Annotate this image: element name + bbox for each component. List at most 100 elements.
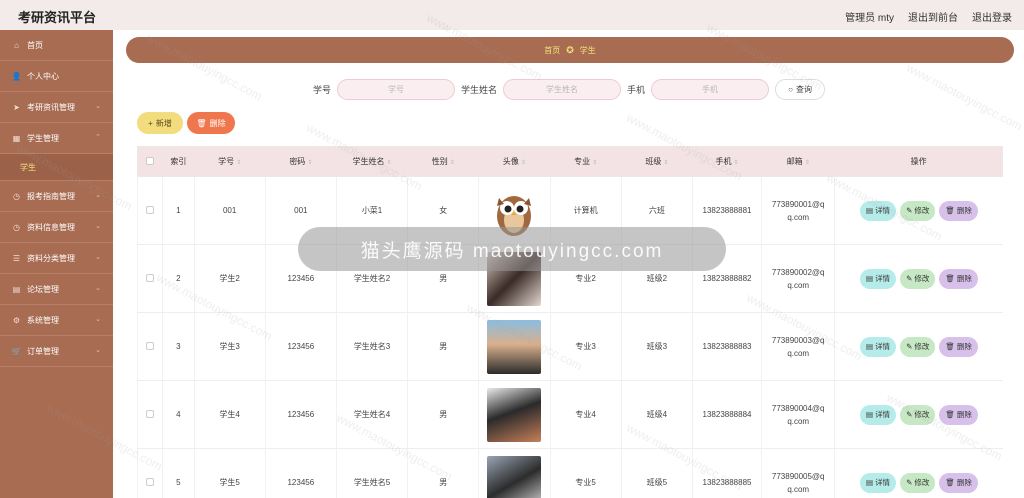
email-line-1: 773890002@q	[771, 267, 825, 277]
select-all-checkbox[interactable]	[146, 156, 155, 165]
chevron-up-icon: ⌃	[95, 134, 101, 141]
sidebar-item-forum[interactable]: ▤ 论坛管理 ⌄	[0, 274, 113, 305]
detail-button[interactable]: ▤ 详情	[859, 336, 897, 357]
col-header-actions: 操作	[834, 146, 1003, 177]
delete-label: 删除	[209, 118, 226, 128]
star-icon: ✪	[566, 44, 574, 55]
col-header-sex[interactable]: 性别 ⇕	[407, 146, 480, 177]
sidebar-item-label: 订单管理	[27, 346, 59, 356]
row-select-cell[interactable]	[136, 380, 163, 449]
chevron-down-icon: ⌄	[95, 316, 101, 323]
edit-button[interactable]: ✎ 修改	[900, 336, 936, 357]
cell-email: 773890003@q q.com	[761, 312, 835, 381]
email-line-2: q.com	[787, 280, 810, 290]
cell-actions: ▤ 详情 ✎ 修改 🗑 删除	[834, 176, 1003, 245]
sort-icon: ⇕	[520, 160, 526, 166]
sidebar-item-system[interactable]: ⚙ 系统管理 ⌄	[0, 305, 113, 336]
edit-button[interactable]: ✎ 修改	[900, 200, 936, 221]
row-select-cell[interactable]	[136, 448, 163, 498]
student-name-input[interactable]	[503, 79, 622, 100]
sidebar-item-guide[interactable]: ◷ 报考指南管理 ⌄	[0, 181, 113, 212]
sidebar-item-students[interactable]: ▦ 学生管理 ⌃	[0, 123, 113, 154]
detail-button[interactable]: ▤ 详情	[859, 472, 897, 493]
sidebar-item-profile[interactable]: 👤 个人中心	[0, 61, 113, 92]
query-label: 查询	[795, 85, 812, 94]
clock-icon: ◷	[13, 222, 20, 232]
row-checkbox[interactable]	[146, 477, 155, 486]
sidebar-item-news[interactable]: ➤ 考研资讯管理 ⌄	[0, 92, 113, 123]
sort-icon: ⇕	[733, 160, 739, 166]
row-checkbox[interactable]	[146, 341, 155, 350]
edit-button[interactable]: ✎ 修改	[900, 404, 936, 425]
edit-button[interactable]: ✎ 修改	[900, 268, 936, 289]
cell-sex: 男	[407, 448, 479, 498]
row-checkbox[interactable]	[146, 273, 155, 282]
row-actions: ▤ 详情 ✎ 修改 🗑 删除	[835, 404, 1002, 425]
student-no-label: 学号	[313, 85, 332, 95]
gear-icon: ⚙	[12, 315, 21, 325]
col-header-class[interactable]: 班级 ⇕	[620, 146, 693, 177]
doc-icon: ▤	[865, 206, 874, 215]
sidebar: ⌂ 首页 👤 个人中心 ➤ 考研资讯管理 ⌄ ▦ 学生管理 ⌃ 学生 ◷ 报考指…	[0, 30, 113, 498]
delete-button[interactable]: 🗑 删除	[939, 200, 978, 221]
exit-to-front-link[interactable]: 退出到前台	[908, 9, 958, 24]
cell-password: 123456	[264, 380, 337, 449]
detail-button[interactable]: ▤ 详情	[859, 268, 897, 289]
batch-delete-button[interactable]: 🗑 删除	[187, 112, 235, 134]
doc-icon: ▤	[865, 410, 874, 419]
cell-major: 专业3	[549, 312, 622, 381]
delete-button[interactable]: 🗑 删除	[939, 472, 978, 493]
row-checkbox[interactable]	[146, 205, 155, 214]
delete-button[interactable]: 🗑 删除	[939, 268, 978, 289]
row-checkbox[interactable]	[146, 409, 155, 418]
cell-student-no: 001	[193, 176, 266, 245]
detail-button[interactable]: ▤ 详情	[859, 200, 897, 221]
cell-student-no: 学生2	[193, 244, 266, 313]
col-header-name[interactable]: 学生姓名 ⇕	[335, 146, 409, 177]
sidebar-item-label: 报考指南管理	[27, 191, 75, 201]
watermark-banner: 猫头鹰源码 maotouyingcc.com	[298, 227, 726, 271]
sort-icon: ⇕	[307, 160, 313, 166]
sidebar-item-materials[interactable]: ◷ 资料信息管理 ⌄	[0, 212, 113, 243]
detail-button[interactable]: ▤ 详情	[859, 404, 897, 425]
breadcrumb-home[interactable]: 首页	[544, 45, 560, 56]
select-all-cell[interactable]	[136, 146, 164, 177]
col-header-avatar[interactable]: 头像 ⇕	[478, 146, 551, 177]
logout-link[interactable]: 退出登录	[972, 9, 1012, 24]
sort-icon: ⇕	[592, 160, 598, 166]
add-button[interactable]: + 新增	[137, 112, 183, 134]
cell-sex: 男	[407, 312, 479, 381]
cell-index: 1	[162, 176, 195, 245]
chevron-down-icon: ⌄	[95, 223, 101, 230]
chevron-down-icon: ⌄	[95, 103, 101, 110]
col-header-password[interactable]: 密码 ⇕	[264, 146, 337, 177]
sort-icon: ⇕	[663, 160, 669, 166]
phone-input[interactable]	[651, 79, 770, 100]
sidebar-item-orders[interactable]: 🛒 订单管理 ⌄	[0, 336, 113, 367]
top-bar: 考研资讯平台 管理员 mty 退出到前台 退出登录	[0, 0, 1024, 30]
col-header-no[interactable]: 学号 ⇕	[193, 146, 266, 177]
cell-actions: ▤ 详情 ✎ 修改 🗑 删除	[834, 380, 1003, 449]
col-header-major[interactable]: 专业 ⇕	[549, 146, 622, 177]
delete-button[interactable]: 🗑 删除	[939, 336, 978, 357]
sidebar-item-categories[interactable]: ☰ 资料分类管理 ⌄	[0, 243, 113, 274]
row-select-cell[interactable]	[136, 312, 163, 381]
student-no-input[interactable]	[337, 79, 456, 100]
col-header-phone[interactable]: 手机 ⇕	[691, 146, 763, 177]
sidebar-item-home[interactable]: ⌂ 首页	[0, 30, 113, 61]
email-line-2: q.com	[787, 484, 810, 494]
row-select-cell[interactable]	[136, 176, 163, 245]
delete-button[interactable]: 🗑 删除	[939, 404, 978, 425]
pencil-icon: ✎	[906, 478, 913, 487]
col-header-email[interactable]: 邮箱 ⇕	[761, 146, 836, 177]
send-icon: ➤	[13, 102, 20, 112]
row-actions: ▤ 详情 ✎ 修改 🗑 删除	[835, 472, 1002, 493]
query-button[interactable]: ○ 查询	[775, 79, 826, 100]
sidebar-subitem-students[interactable]: 学生	[0, 154, 113, 181]
cart-icon: 🛒	[11, 346, 22, 356]
avatar-image	[487, 387, 542, 442]
table-body: 1 001 001 小菜1 女计算机 六班 13823888881 773890001@q q.…	[136, 176, 1003, 498]
edit-button[interactable]: ✎ 修改	[900, 472, 936, 493]
row-select-cell[interactable]	[136, 244, 163, 313]
cell-phone: 13823888883	[691, 312, 762, 381]
